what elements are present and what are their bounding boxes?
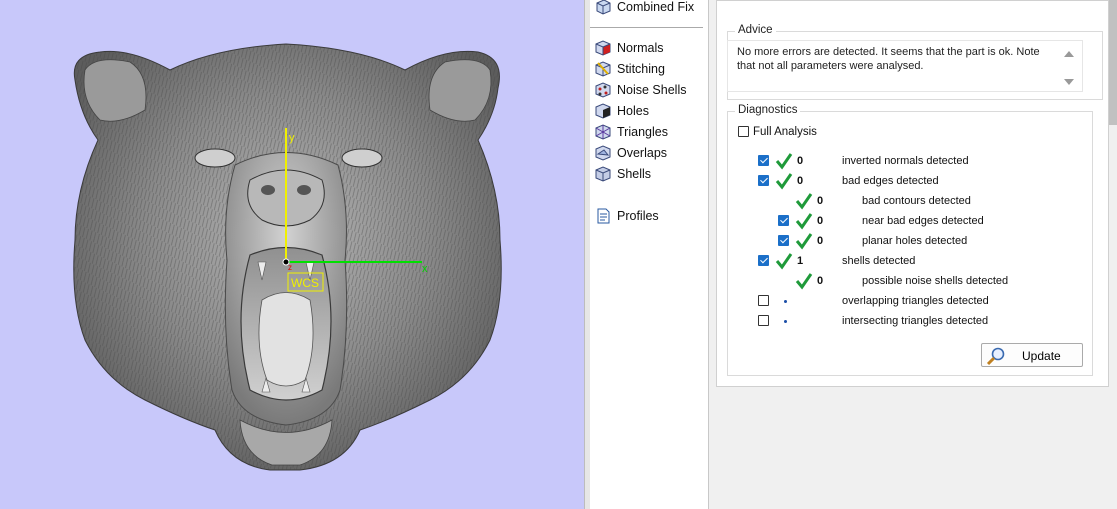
tree-item-label: Shells [617,167,652,181]
diag-row-overlapping-triangles: overlapping triangles detected [758,292,1078,310]
row-checkbox[interactable] [758,255,769,266]
full-analysis-checkbox[interactable]: Full Analysis [738,123,938,141]
tree-item-noise-shells[interactable]: Noise Shells [594,80,686,100]
row-count: 0 [817,235,824,247]
check-ok-icon [795,193,813,210]
x-axis-label: x [422,263,428,275]
overlaps-icon [595,145,611,161]
row-label: overlapping triangles detected [842,295,989,307]
advice-textbox[interactable]: No more errors are detected. It seems th… [727,40,1083,92]
tree-item-triangles[interactable]: Triangles [594,122,668,142]
diagnostics-panel: Advice No more errors are detected. It s… [716,0,1109,509]
check-ok-icon [795,273,813,290]
tree-item-shells[interactable]: Shells [594,164,651,184]
tree-item-label: Overlaps [617,146,668,160]
bear-head-model: y x z WCS [73,43,502,471]
check-ok-icon [775,153,793,170]
full-analysis-label: Full Analysis [753,126,817,138]
row-label: planar holes detected [862,235,968,247]
row-count: 0 [797,175,804,187]
normals-icon [595,40,611,56]
tree-item-label: Triangles [617,125,668,139]
row-count: 0 [817,215,824,227]
tree-item-normals[interactable]: Normals [594,38,664,58]
tree-item-label: Noise Shells [617,83,687,97]
diag-row-inverted-normals: 0 inverted normals detected [758,152,1078,170]
row-count: 0 [817,275,824,287]
diagnostics-title: Diagnostics [735,104,801,116]
row-checkbox[interactable] [758,155,769,166]
row-count: 0 [797,155,804,167]
shells-icon [595,166,611,182]
diag-row-bad-contours: 0 bad contours detected [778,192,1078,210]
row-checkbox[interactable] [758,315,769,326]
tree-item-label: Stitching [617,62,665,76]
advice-text: No more errors are detected. It seems th… [737,46,1040,72]
noise-shells-icon [595,82,611,98]
row-checkbox[interactable] [778,215,789,226]
panel-scrollbar[interactable] [1109,0,1117,509]
row-label: bad contours detected [862,195,971,207]
fix-tree-panel: Combined Fix Normals Stitching Noise She… [590,0,709,509]
check-ok-icon [795,233,813,250]
scroll-down-arrow-icon[interactable] [1064,79,1074,85]
row-checkbox[interactable] [778,235,789,246]
stitching-icon [595,61,611,77]
tree-item-label: Normals [617,41,664,55]
update-button-label: Update [1022,349,1061,363]
wcs-label: WCS [291,276,319,290]
row-label: bad edges detected [842,175,939,187]
scrollbar-thumb[interactable] [1109,0,1117,125]
diag-row-intersecting-triangles: intersecting triangles detected [758,312,1078,330]
row-count: 0 [817,195,824,207]
tree-item-label: Combined Fix [617,0,695,14]
row-label: possible noise shells detected [862,275,1009,287]
check-ok-icon [775,173,793,190]
diag-row-bad-edges: 0 bad edges detected [758,172,1078,190]
tree-item-overlaps[interactable]: Overlaps [594,143,667,163]
check-ok-icon [775,253,793,270]
diag-row-near-bad-edges: 0 near bad edges detected [778,212,1078,230]
tree-divider [590,27,703,28]
diag-row-planar-holes: 0 planar holes detected [778,232,1078,250]
row-label: near bad edges detected [862,215,984,227]
row-checkbox[interactable] [758,175,769,186]
row-label: intersecting triangles detected [842,315,989,327]
row-checkbox[interactable] [758,295,769,306]
tree-item-profiles[interactable]: Profiles [594,206,659,226]
advice-title: Advice [735,24,776,36]
magnifier-icon [986,347,1005,366]
pending-dot-icon [784,320,787,323]
y-axis-label: y [289,132,295,144]
diag-row-shells: 1 shells detected [758,252,1078,270]
tree-item-label: Holes [617,104,649,118]
tree-item-holes[interactable]: Holes [594,101,649,121]
scroll-up-arrow-icon[interactable] [1064,51,1074,57]
z-axis-label: z [288,263,292,272]
panel-content: Advice No more errors are detected. It s… [716,0,1109,387]
row-count: 1 [797,255,804,267]
tree-item-label: Profiles [617,209,659,223]
combined-fix-icon [596,0,611,15]
pending-dot-icon [784,300,787,303]
3d-viewport[interactable]: y x z WCS [0,0,584,509]
profiles-icon [597,208,610,224]
tree-item-combined-fix[interactable]: Combined Fix [594,0,694,17]
update-button[interactable]: Update [981,343,1083,367]
tree-item-stitching[interactable]: Stitching [594,59,665,79]
holes-icon [595,103,611,119]
row-label: shells detected [842,255,916,267]
triangles-icon [595,124,611,140]
checkbox-box[interactable] [738,126,749,137]
check-ok-icon [795,213,813,230]
diag-row-noise-shells: 0 possible noise shells detected [778,272,1078,290]
row-label: inverted normals detected [842,155,969,167]
